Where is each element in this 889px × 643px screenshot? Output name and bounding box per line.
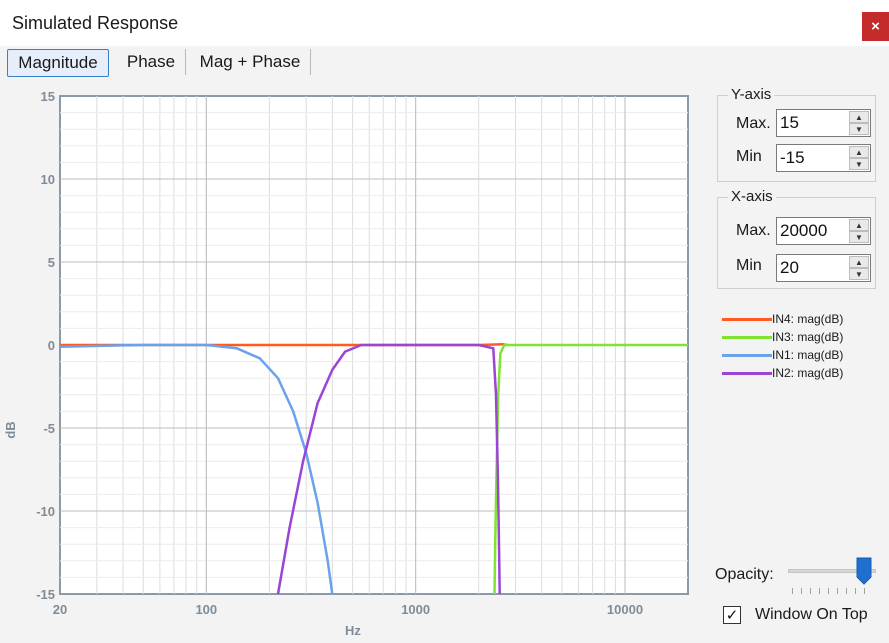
x-axis-group-title: X-axis [728, 188, 776, 205]
tab-phase[interactable]: Phase [117, 49, 186, 75]
close-icon: × [871, 18, 880, 35]
y-max-input[interactable] [777, 110, 851, 136]
x-min-input[interactable] [777, 255, 851, 281]
spin-up-icon[interactable]: ▲ [849, 111, 869, 123]
legend-item: IN3: mag(dB) [722, 329, 843, 345]
x-min-spinbox[interactable]: ▲ ▼ [776, 254, 871, 282]
opacity-slider-thumb[interactable] [856, 557, 872, 585]
y-tick-label: 0 [48, 338, 55, 353]
spin-down-icon[interactable]: ▼ [849, 268, 869, 280]
x-max-input[interactable] [777, 218, 851, 244]
legend-swatch [722, 371, 772, 375]
spin-up-icon[interactable]: ▲ [849, 219, 869, 231]
legend-label: IN2: mag(dB) [772, 366, 844, 380]
tab-label: Magnitude [18, 53, 98, 72]
legend-label: IN3: mag(dB) [772, 330, 844, 344]
opacity-slider-ticks [792, 588, 870, 594]
y-tick-label: 10 [41, 172, 55, 187]
y-min-input[interactable] [777, 145, 851, 171]
tab-mag-phase[interactable]: Mag + Phase [190, 49, 311, 75]
x-max-spinbox[interactable]: ▲ ▼ [776, 217, 871, 245]
y-axis-label: dB [3, 421, 18, 438]
window-on-top-label: Window On Top [755, 606, 868, 623]
x-max-label: Max. [736, 222, 771, 239]
y-tick-label: -5 [43, 421, 55, 436]
y-tick-label: -10 [36, 504, 55, 519]
title-bar: Simulated Response × [0, 0, 889, 46]
spin-down-icon[interactable]: ▼ [849, 158, 869, 170]
x-tick-label: 1000 [401, 602, 430, 617]
y-min-label: Min [736, 148, 762, 165]
x-axis-label: Hz [345, 623, 361, 638]
tab-label: Mag + Phase [199, 52, 301, 71]
tab-bar: Magnitude Phase Mag + Phase [0, 46, 889, 80]
spin-down-icon[interactable]: ▼ [849, 231, 869, 243]
spin-down-icon[interactable]: ▼ [849, 123, 869, 135]
close-button[interactable]: × [862, 12, 889, 41]
magnitude-chart: 15 10 5 0 -5 -10 -15 20 100 1000 10000 Hz dB [3, 89, 689, 638]
tab-magnitude[interactable]: Magnitude [7, 49, 109, 77]
x-tick-label: 10000 [607, 602, 643, 617]
legend-swatch [722, 353, 772, 357]
window-title: Simulated Response [12, 13, 179, 33]
y-tick-label: 15 [41, 89, 55, 104]
legend-swatch [722, 317, 772, 321]
y-max-spinbox[interactable]: ▲ ▼ [776, 109, 871, 137]
y-min-spinbox[interactable]: ▲ ▼ [776, 144, 871, 172]
x-min-label: Min [736, 257, 762, 274]
legend-item: IN4: mag(dB) [722, 311, 843, 327]
y-max-label: Max. [736, 115, 771, 132]
y-axis-group-title: Y-axis [728, 86, 775, 103]
opacity-label: Opacity: [715, 566, 774, 583]
x-tick-label: 20 [53, 602, 67, 617]
legend-item: IN1: mag(dB) [722, 347, 843, 363]
legend-swatch [722, 335, 772, 339]
tab-label: Phase [126, 52, 176, 71]
spin-up-icon[interactable]: ▲ [849, 146, 869, 158]
window-on-top-checkbox[interactable]: ✓ [723, 606, 741, 624]
y-tick-label: 5 [48, 255, 55, 270]
legend-label: IN1: mag(dB) [772, 348, 844, 362]
checkmark-icon: ✓ [725, 606, 739, 624]
y-tick-label: -15 [36, 587, 55, 602]
x-tick-label: 100 [195, 602, 217, 617]
spin-up-icon[interactable]: ▲ [849, 256, 869, 268]
legend-label: IN4: mag(dB) [772, 312, 844, 326]
legend-item: IN2: mag(dB) [722, 365, 843, 381]
